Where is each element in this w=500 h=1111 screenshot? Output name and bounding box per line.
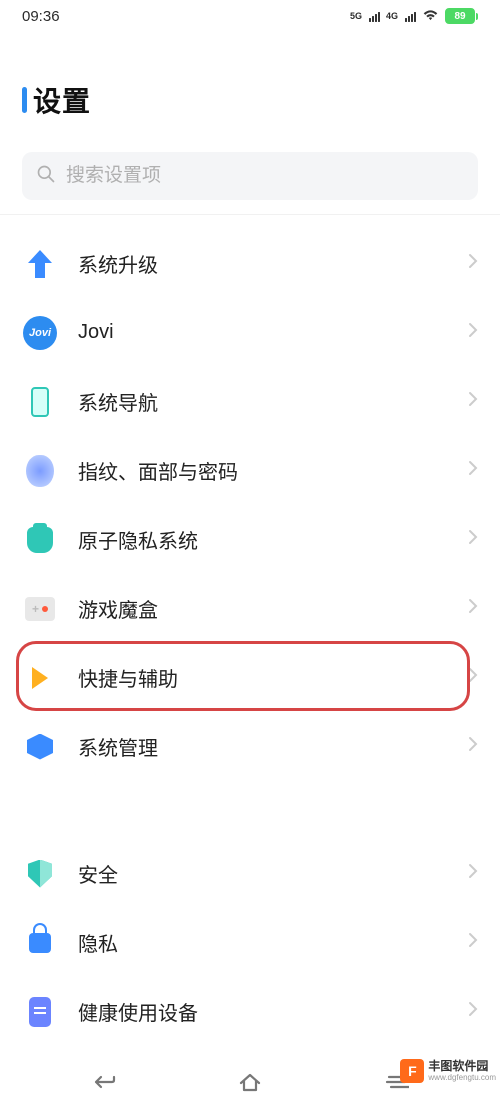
fingerprint-icon — [22, 453, 58, 489]
title-accent-bar — [22, 87, 27, 113]
group-separator — [0, 791, 500, 829]
chevron-right-icon — [468, 736, 478, 757]
search-icon — [36, 164, 66, 189]
chevron-right-icon — [468, 460, 478, 481]
network-5g-label: 5G — [350, 11, 362, 21]
nav-back-button[interactable] — [88, 1067, 118, 1097]
item-label: 系统升级 — [78, 249, 468, 278]
item-atom-privacy[interactable]: 原子隐私系统 — [0, 505, 500, 574]
page-header: 设置 — [0, 32, 500, 152]
wifi-icon — [422, 8, 439, 25]
item-label: 指纹、面部与密码 — [78, 456, 468, 485]
signal-bars-1 — [369, 10, 380, 22]
chevron-right-icon — [468, 1001, 478, 1022]
atom-icon — [22, 522, 58, 558]
gamepad-icon: + — [22, 591, 58, 627]
item-label: 系统导航 — [78, 387, 468, 416]
item-privacy[interactable]: 隐私 — [0, 908, 500, 977]
settings-group-1: 系统升级 Jovi Jovi 系统导航 指纹、面部与密码 原子隐私系统 + 游戏… — [0, 219, 500, 791]
watermark-title: 丰图软件园 — [428, 1060, 496, 1074]
item-label: 隐私 — [78, 928, 468, 957]
chevron-right-icon — [468, 391, 478, 412]
status-bar: 09:36 5G 4G 89 — [0, 0, 500, 32]
hexagon-icon — [22, 729, 58, 765]
item-health[interactable]: 健康使用设备 — [0, 977, 500, 1046]
status-time: 09:36 — [22, 8, 60, 25]
watermark-badge: F — [400, 1059, 424, 1083]
item-label: 系统管理 — [78, 732, 468, 761]
arrow-up-icon — [22, 246, 58, 282]
chevron-right-icon — [468, 322, 478, 343]
network-4g-label: 4G — [386, 11, 398, 21]
search-input[interactable] — [66, 165, 464, 187]
settings-group-2: 安全 隐私 健康使用设备 — [0, 829, 500, 1056]
item-label: 健康使用设备 — [78, 997, 468, 1026]
fast-arrow-icon — [22, 660, 58, 696]
item-label: 安全 — [78, 859, 468, 888]
item-fingerprint[interactable]: 指纹、面部与密码 — [0, 436, 500, 505]
signal-bars-2 — [405, 10, 416, 22]
battery-icon: 89 — [445, 8, 478, 24]
item-system-mgmt[interactable]: 系统管理 — [0, 712, 500, 781]
item-system-nav[interactable]: 系统导航 — [0, 367, 500, 436]
divider — [0, 214, 500, 215]
item-label: 快捷与辅助 — [78, 663, 468, 692]
search-bar[interactable] — [22, 152, 478, 200]
watermark: F 丰图软件园 www.dgfengtu.com — [400, 1059, 496, 1083]
chevron-right-icon — [468, 529, 478, 550]
item-system-upgrade[interactable]: 系统升级 — [0, 229, 500, 298]
nav-home-button[interactable] — [235, 1067, 265, 1097]
chevron-right-icon — [468, 253, 478, 274]
item-game-box[interactable]: + 游戏魔盒 — [0, 574, 500, 643]
chevron-right-icon — [468, 598, 478, 619]
item-shortcuts[interactable]: 快捷与辅助 — [0, 643, 500, 712]
item-label: Jovi — [78, 321, 468, 344]
jovi-icon: Jovi — [22, 315, 58, 351]
item-label: 原子隐私系统 — [78, 525, 468, 554]
page-title: 设置 — [33, 80, 91, 120]
status-indicators: 5G 4G 89 — [350, 8, 478, 25]
watermark-url: www.dgfengtu.com — [428, 1073, 496, 1082]
phone-icon — [22, 384, 58, 420]
lock-icon — [22, 925, 58, 961]
chevron-right-icon — [468, 863, 478, 884]
battery-level: 89 — [454, 11, 465, 22]
shield-icon — [22, 856, 58, 892]
chevron-right-icon — [468, 932, 478, 953]
chevron-right-icon — [468, 667, 478, 688]
health-icon — [22, 994, 58, 1030]
item-jovi[interactable]: Jovi Jovi — [0, 298, 500, 367]
item-security[interactable]: 安全 — [0, 839, 500, 908]
item-label: 游戏魔盒 — [78, 594, 468, 623]
